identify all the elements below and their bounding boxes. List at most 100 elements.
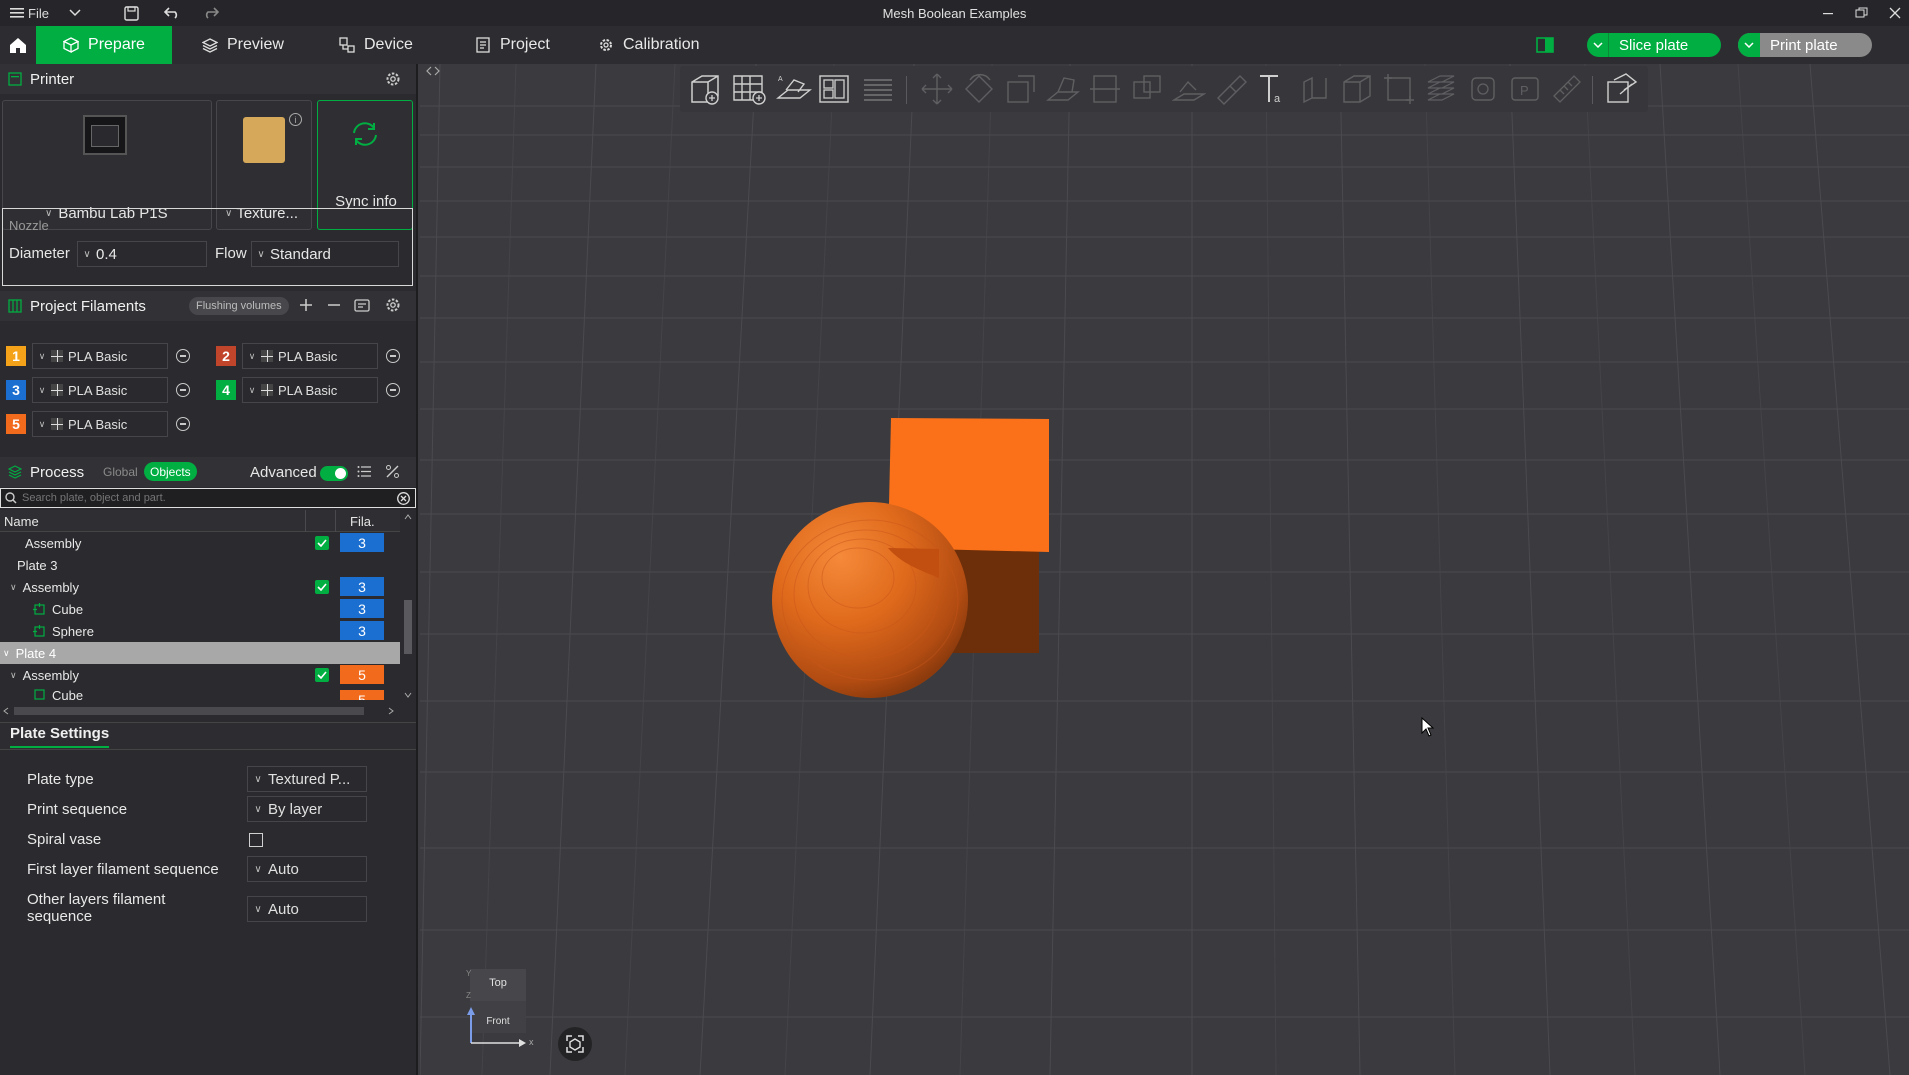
text-tool-icon[interactable]: a — [1256, 72, 1290, 106]
remove-filament-5-icon[interactable] — [176, 417, 190, 431]
cut-icon[interactable] — [1088, 72, 1122, 106]
filament-2-color[interactable]: 2 — [216, 346, 236, 366]
visible-checkbox[interactable] — [315, 580, 329, 594]
flushing-volumes-button[interactable]: Flushing volumes — [189, 297, 289, 315]
chevron-down-icon[interactable]: ∨ — [10, 582, 17, 593]
rotate-icon[interactable] — [962, 72, 996, 106]
auto-orient-icon[interactable]: A — [776, 72, 812, 106]
chevron-down-icon[interactable]: ∨ — [10, 670, 17, 681]
tab-project[interactable]: Project — [463, 26, 562, 64]
undo-icon[interactable] — [164, 0, 180, 26]
filament-2-select[interactable]: ∨ PLA Basic — [242, 343, 378, 369]
printer-settings-gear-icon[interactable] — [385, 71, 401, 87]
scale-icon[interactable] — [1004, 72, 1038, 106]
list-item[interactable]: Cube 3 — [0, 598, 400, 620]
col-name-header[interactable]: Name — [4, 514, 39, 529]
filament-badge[interactable]: 3 — [340, 533, 384, 552]
list-item[interactable]: Sphere 3 — [0, 620, 400, 642]
filament-badge[interactable]: 3 — [340, 577, 384, 596]
filament-3-select[interactable]: ∨ PLA Basic — [32, 377, 168, 403]
assembly-view-icon[interactable] — [1340, 72, 1374, 106]
arrange-icon[interactable] — [818, 72, 852, 106]
3d-model[interactable] — [770, 414, 1060, 714]
add-plate-icon[interactable] — [732, 72, 768, 106]
spiral-vase-checkbox[interactable] — [249, 833, 263, 847]
move-icon[interactable] — [920, 72, 954, 106]
diameter-select[interactable]: ∨ 0.4 — [77, 241, 207, 267]
save-icon[interactable] — [124, 0, 139, 26]
plate-type-select[interactable]: ∨ Textured P... — [247, 766, 367, 792]
filament-badge[interactable]: 5 — [340, 665, 384, 684]
list-item[interactable]: ∨ Assembly 5 — [0, 664, 400, 686]
col-fila-header[interactable]: Fila. — [350, 514, 375, 529]
filament-badge[interactable]: 5 — [340, 690, 384, 700]
flow-select[interactable]: ∨ Standard — [251, 241, 399, 267]
object-search-input[interactable] — [22, 492, 397, 504]
split-plates-icon[interactable] — [862, 72, 896, 106]
lay-on-face-icon[interactable] — [1046, 72, 1080, 106]
print-sequence-select[interactable]: ∨ By layer — [247, 796, 367, 822]
add-filament-plus-icon[interactable] — [299, 298, 313, 312]
list-item[interactable]: ∨ Assembly 3 — [0, 576, 400, 598]
remove-filament-3-icon[interactable] — [176, 383, 190, 397]
filament-1-color[interactable]: 1 — [6, 346, 26, 366]
remove-filament-4-icon[interactable] — [386, 383, 400, 397]
view-cube[interactable]: Top Front Y Z x — [440, 969, 540, 1064]
first-layer-sequence-select[interactable]: ∨ Auto — [247, 856, 367, 882]
minimize-icon[interactable] — [1822, 0, 1834, 26]
filament-5-color[interactable]: 5 — [6, 414, 26, 434]
info-icon[interactable]: i — [289, 113, 302, 126]
restore-icon[interactable] — [1855, 0, 1869, 26]
chevron-down-icon[interactable]: ∨ — [3, 648, 10, 659]
close-icon[interactable] — [1889, 0, 1901, 26]
home-icon[interactable] — [0, 26, 36, 64]
tab-prepare[interactable]: Prepare — [36, 26, 172, 64]
remove-filament-1-icon[interactable] — [176, 349, 190, 363]
slice-plate-button[interactable]: Slice plate — [1587, 33, 1721, 57]
mesh-boolean-icon[interactable] — [1130, 72, 1164, 106]
plate-settings-icon[interactable]: P — [1508, 72, 1542, 106]
tab-plate-settings[interactable]: Plate Settings — [10, 725, 110, 748]
filament-4-select[interactable]: ∨ PLA Basic — [242, 377, 378, 403]
add-object-icon[interactable] — [688, 72, 724, 106]
advanced-toggle-switch[interactable] — [320, 466, 348, 481]
chevron-down-icon[interactable] — [1738, 33, 1760, 57]
horizontal-scrollbar[interactable] — [0, 704, 400, 718]
filament-sync-icon[interactable] — [354, 297, 370, 313]
measure-icon[interactable] — [1550, 72, 1584, 106]
percent-compare-icon[interactable] — [385, 464, 400, 479]
fit-view-camera-icon[interactable] — [558, 1027, 592, 1061]
filament-1-select[interactable]: ∨ PLA Basic — [32, 343, 168, 369]
measure-box-icon[interactable] — [1382, 72, 1416, 106]
tab-device[interactable]: Device — [327, 26, 425, 64]
remove-filament-2-icon[interactable] — [386, 349, 400, 363]
filament-3-color[interactable]: 3 — [6, 380, 26, 400]
brim-ears-icon[interactable] — [1466, 72, 1500, 106]
list-item[interactable]: Assembly 3 — [0, 532, 400, 554]
print-plate-button[interactable]: Print plate — [1738, 33, 1872, 57]
list-icon[interactable] — [357, 465, 372, 478]
filament-badge[interactable]: 3 — [340, 621, 384, 640]
file-menu[interactable]: File — [10, 0, 49, 26]
plate-row-selected[interactable]: ∨ Plate 4 — [0, 642, 400, 664]
filament-4-color[interactable]: 4 — [216, 380, 236, 400]
redo-icon[interactable] — [203, 0, 219, 26]
support-paint-icon[interactable] — [1172, 72, 1206, 106]
toolbar-more-icon[interactable] — [1604, 72, 1638, 106]
other-layers-sequence-select[interactable]: ∨ Auto — [247, 896, 367, 922]
visible-checkbox[interactable] — [315, 536, 329, 550]
sphere[interactable] — [772, 502, 968, 698]
svg-tool-icon[interactable] — [1298, 72, 1332, 106]
process-objects-toggle[interactable]: Objects — [144, 462, 197, 481]
list-item[interactable]: Cube 5 — [0, 686, 400, 700]
tab-preview[interactable]: Preview — [190, 26, 296, 64]
3d-viewport[interactable]: A a P Top Front Y Z x — [420, 64, 1909, 1075]
filament-settings-gear-icon[interactable] — [385, 297, 401, 313]
variable-layer-height-icon[interactable] — [1424, 72, 1458, 106]
collapse-panel-icon[interactable] — [426, 66, 440, 76]
file-menu-chevron-down-icon[interactable] — [69, 0, 81, 26]
plate-row[interactable]: Plate 3 — [0, 554, 400, 576]
remove-filament-minus-icon[interactable] — [327, 298, 341, 312]
clear-search-icon[interactable] — [397, 491, 410, 505]
vertical-scrollbar[interactable] — [400, 510, 416, 700]
